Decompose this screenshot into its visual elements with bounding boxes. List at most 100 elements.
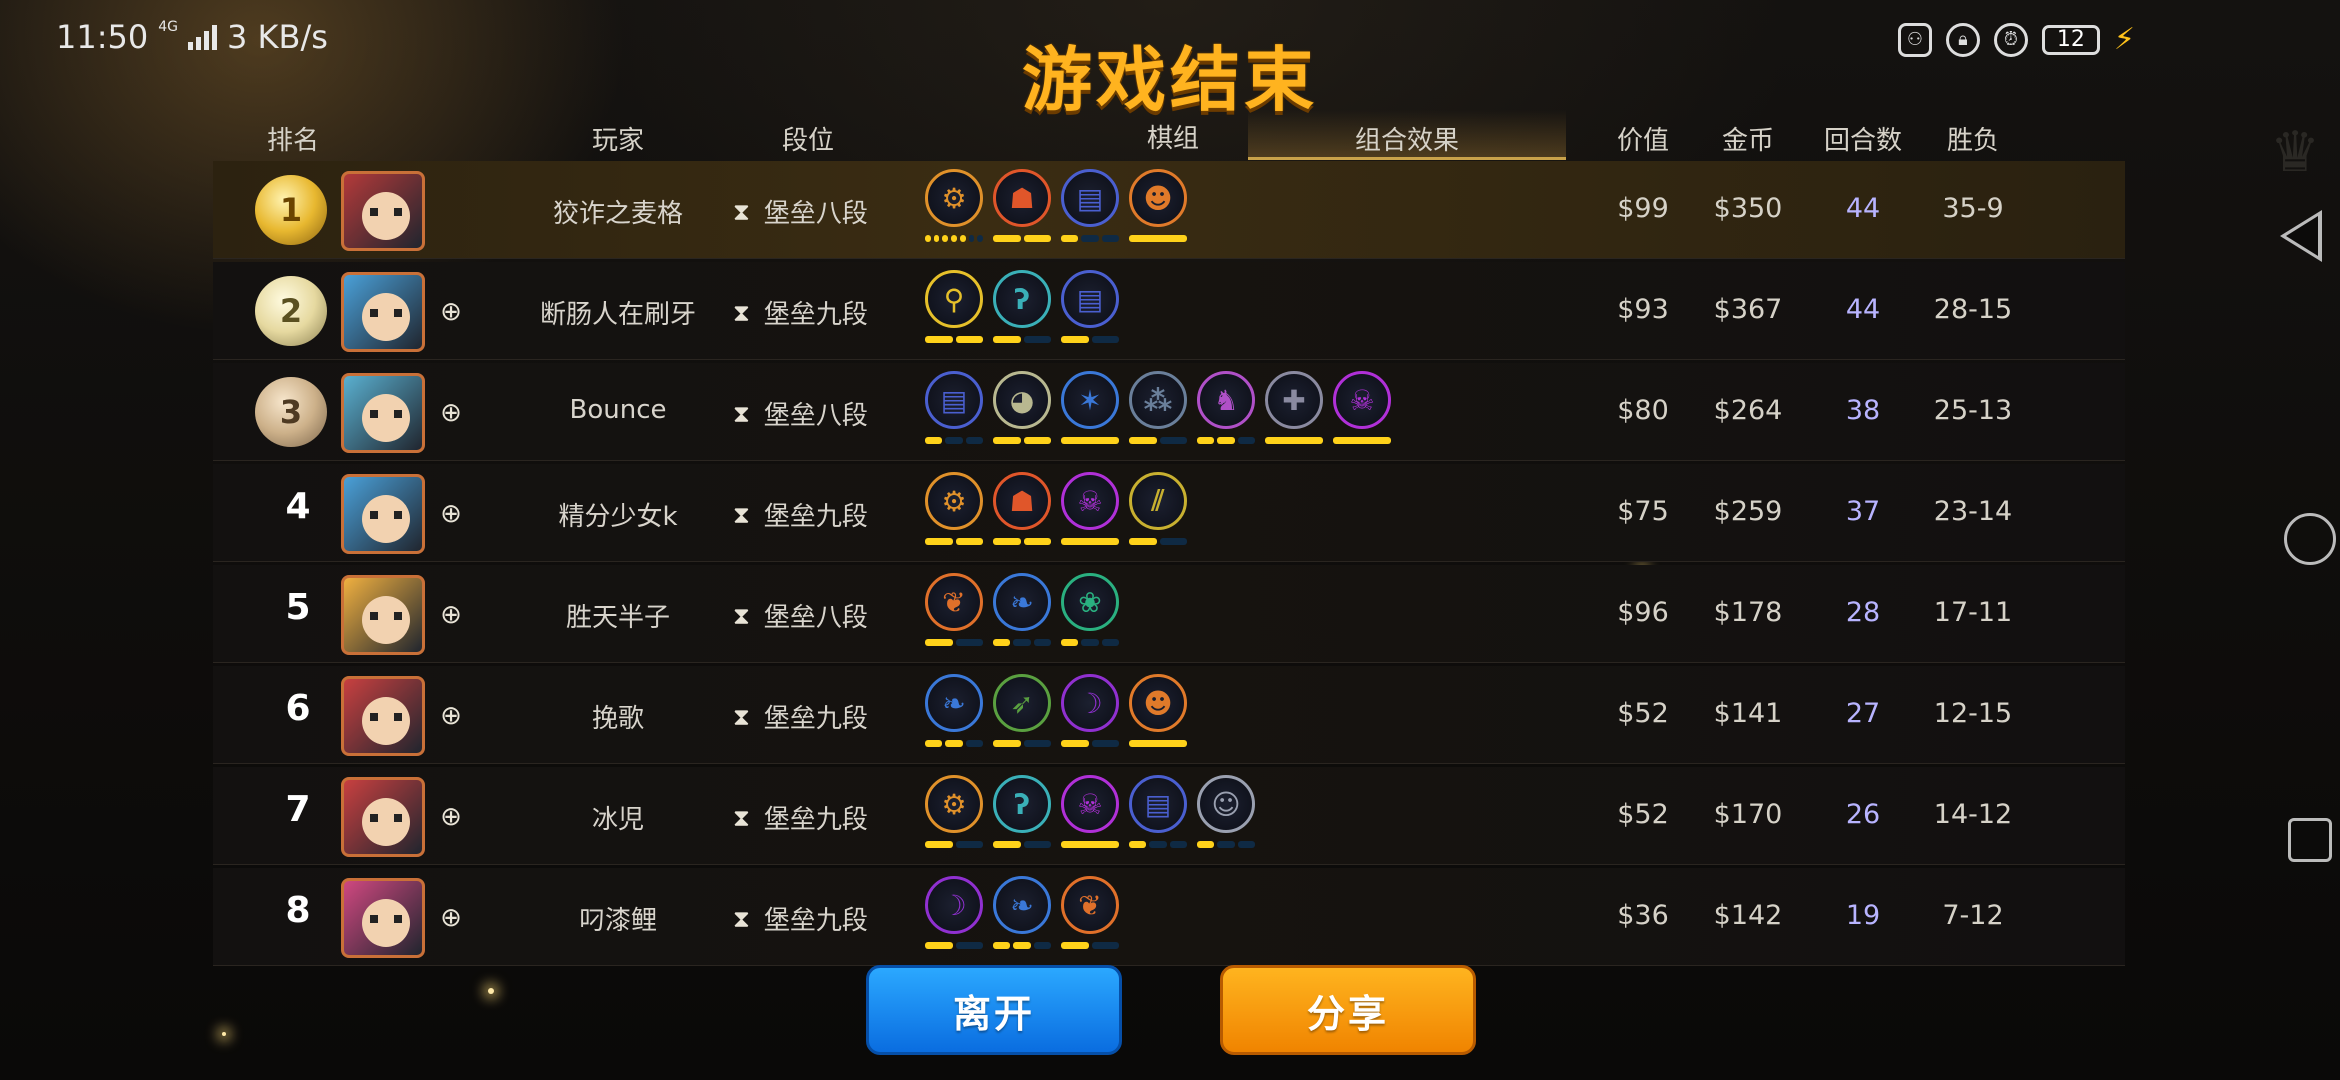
synergy-level-bars: [1061, 639, 1119, 646]
hourglass-icon: ⧗: [733, 500, 750, 529]
feather-icon: ❦: [1061, 876, 1119, 934]
synergy-item[interactable]: ☻: [1129, 169, 1187, 249]
synergy-level-bars: [1061, 740, 1119, 747]
synergy-item[interactable]: ⚲: [925, 270, 983, 350]
sparkle: [488, 988, 494, 994]
synergy-item[interactable]: ❦: [1061, 876, 1119, 956]
avatar[interactable]: [341, 474, 425, 554]
synergy-item[interactable]: ☗: [993, 472, 1051, 552]
synergy-item[interactable]: ☠: [1333, 371, 1391, 451]
synergy-item[interactable]: ▤: [1061, 270, 1119, 350]
home-icon[interactable]: [2284, 513, 2336, 565]
avatar[interactable]: [341, 171, 425, 251]
synergy-item[interactable]: ❀: [1061, 573, 1119, 653]
table-header: 排名 玩家 段位 棋组 组合效果 价值 金币 回合数 胜负: [213, 110, 2125, 162]
synergy-item[interactable]: ❧: [993, 876, 1051, 956]
rank-number: 5: [285, 587, 311, 628]
synergy-level-bars: [1129, 235, 1187, 242]
synergy-item[interactable]: ❧: [993, 573, 1051, 653]
rank-number: 2: [279, 292, 303, 330]
record: 23-14: [1933, 496, 2013, 527]
synergy-item[interactable]: ☽: [1061, 674, 1119, 754]
leave-button[interactable]: 离开: [866, 965, 1122, 1055]
table-row: 2 ⊕ 断肠人在刷牙 ⧗ 堡垒九段 ⚲ ʔ ▤ $93 $367 44 28-15: [213, 262, 2125, 360]
witch-icon: ☽: [925, 876, 983, 934]
table-row: 3 ⊕ Bounce ⧗ 堡垒八段 ▤ ◕ ✶ ⁂ ♞ ✚ ☠ $80 $264…: [213, 363, 2125, 461]
avatar[interactable]: [341, 575, 425, 655]
avatar[interactable]: [341, 272, 425, 352]
synergy-level-bars: [1061, 538, 1119, 545]
synergy-level-bars: [925, 740, 983, 747]
tier-label: 堡垒九段: [763, 502, 868, 532]
avatar[interactable]: [341, 878, 425, 958]
tab-synergy[interactable]: 组合效果: [1248, 110, 1566, 160]
synergy-item[interactable]: ⚙: [925, 775, 983, 855]
synergy-level-bars: [1061, 942, 1119, 949]
add-friend-icon[interactable]: ⊕: [435, 397, 467, 429]
synergy-item[interactable]: ⚙: [925, 169, 984, 249]
synergy-item[interactable]: ☺: [1197, 775, 1255, 855]
hourglass-icon: ⧗: [733, 702, 750, 731]
wing-icon: ❧: [925, 674, 983, 732]
penguin-icon: ◕: [993, 371, 1051, 429]
hourglass-icon: ⧗: [733, 399, 750, 428]
synergy-item[interactable]: ☻: [1129, 674, 1187, 754]
add-friend-icon[interactable]: ⊕: [435, 599, 467, 631]
record: 35-9: [1942, 193, 2004, 224]
rounds: 38: [1845, 395, 1881, 426]
synergy-level-bars: [1129, 437, 1187, 444]
rank-number: 7: [285, 789, 311, 830]
synergy-item[interactable]: ♞: [1197, 371, 1255, 451]
synergy-list: ⚲ ʔ ▤: [925, 270, 1119, 350]
hourglass-icon: ⧗: [733, 904, 750, 933]
tier: ⧗ 堡垒九段: [733, 496, 933, 533]
gold: $142: [1713, 900, 1783, 931]
synergy-item[interactable]: ❧: [925, 674, 983, 754]
synergy-item[interactable]: ⫽: [1129, 472, 1187, 552]
tab-board[interactable]: 棋组: [1113, 118, 1233, 155]
synergy-level-bars: [925, 639, 983, 646]
synergy-item[interactable]: ⚙: [925, 472, 983, 552]
synergy-item[interactable]: ▤: [1129, 775, 1187, 855]
synergy-item[interactable]: ☗: [993, 169, 1051, 249]
back-icon[interactable]: [2280, 210, 2322, 262]
player-name: 断肠人在刷牙: [539, 300, 696, 330]
avatar[interactable]: [341, 777, 425, 857]
rounds: 28: [1845, 597, 1881, 628]
recent-apps-icon[interactable]: [2288, 818, 2332, 862]
table-row: 1 狡诈之麦格 ⧗ 堡垒八段 ⚙ ☗ ▤ ☻ $99 $350 44 35-9: [213, 161, 2125, 259]
synergy-item[interactable]: ☽: [925, 876, 983, 956]
synergy-item[interactable]: ✶: [1061, 371, 1119, 451]
cross-icon: ✚: [1265, 371, 1323, 429]
tier-label: 堡垒八段: [763, 199, 868, 229]
tier-label: 堡垒八段: [763, 603, 868, 633]
player-name: 叼漆鲤: [578, 906, 657, 936]
synergy-item[interactable]: ❦: [925, 573, 983, 653]
rank-number: 3: [279, 393, 303, 431]
synergy-item[interactable]: ◕: [993, 371, 1051, 451]
record: 17-11: [1933, 597, 2013, 628]
synergy-item[interactable]: ☠: [1061, 775, 1119, 855]
tier: ⧗ 堡垒八段: [733, 193, 933, 230]
synergy-item[interactable]: ✚: [1265, 371, 1323, 451]
add-friend-icon[interactable]: ⊕: [435, 498, 467, 530]
add-friend-icon[interactable]: ⊕: [435, 700, 467, 732]
synergy-item[interactable]: ▤: [925, 371, 983, 451]
synergy-item[interactable]: ➶: [993, 674, 1051, 754]
gear-icon: ⚙: [925, 472, 983, 530]
add-friend-icon[interactable]: ⊕: [435, 296, 467, 328]
synergy-item[interactable]: ⁂: [1129, 371, 1187, 451]
add-friend-icon[interactable]: ⊕: [435, 801, 467, 833]
add-friend-icon[interactable]: ⊕: [435, 902, 467, 934]
header-player: 玩家: [591, 126, 644, 156]
synergy-item[interactable]: ʔ: [993, 775, 1051, 855]
book-icon: ▤: [1061, 270, 1119, 328]
synergy-item[interactable]: ☠: [1061, 472, 1119, 552]
synergy-item[interactable]: ʔ: [993, 270, 1051, 350]
rounds: 37: [1845, 496, 1881, 527]
value: $52: [1617, 799, 1669, 830]
synergy-item[interactable]: ▤: [1061, 169, 1119, 249]
avatar[interactable]: [341, 373, 425, 453]
share-button[interactable]: 分享: [1220, 965, 1476, 1055]
avatar[interactable]: [341, 676, 425, 756]
